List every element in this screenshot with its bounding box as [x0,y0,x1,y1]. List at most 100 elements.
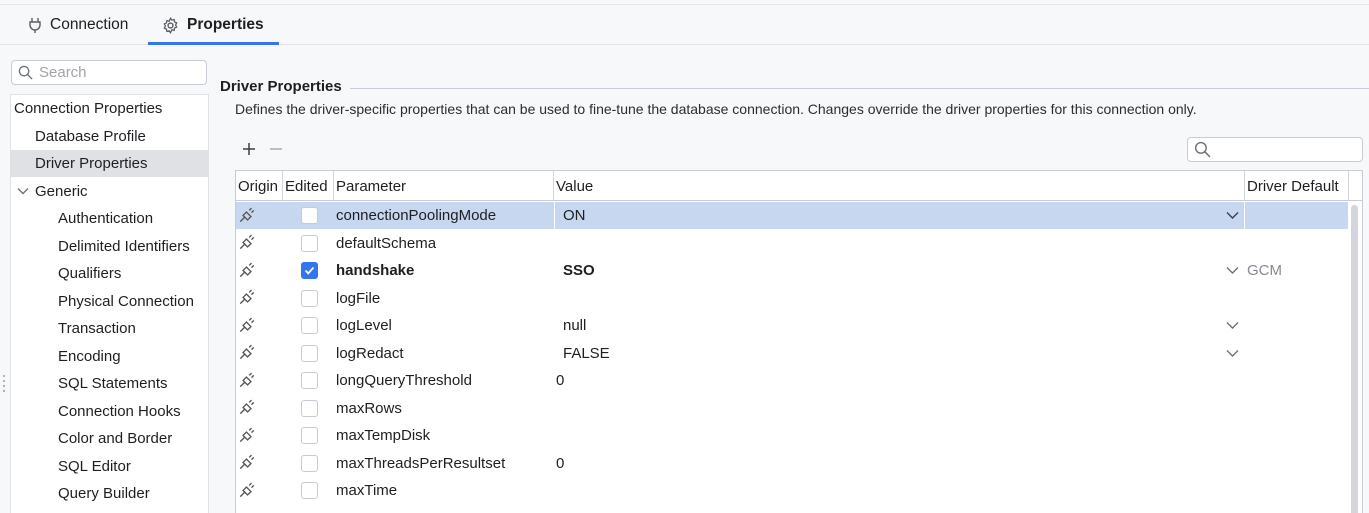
column-driver-default[interactable]: Driver Default [1245,171,1349,201]
value-cell[interactable]: 0 [556,367,564,394]
table-filter[interactable] [1187,137,1363,162]
chevron-down-icon[interactable] [1226,266,1239,275]
tree-item[interactable]: Authentication [11,205,208,232]
edited-checkbox[interactable] [301,289,318,307]
column-parameter[interactable]: Parameter [334,171,554,201]
remove-property-button[interactable] [266,139,286,159]
chevron-down-icon[interactable] [17,187,29,195]
parameter-cell: logLevel [336,317,392,334]
origin-cell [238,395,256,422]
column-origin[interactable]: Origin [236,171,283,201]
edited-checkbox[interactable] [301,427,318,444]
edited-checkbox[interactable] [301,262,318,279]
plug-origin-icon [239,234,255,250]
active-tab-indicator [148,42,279,45]
plug-origin-icon [239,262,255,277]
origin-cell [238,450,256,477]
tree-item-label: Color and Border [58,430,173,447]
origin-cell [238,422,256,449]
table-row[interactable]: maxTempDisk [236,422,1348,449]
chevron-down-icon[interactable] [1226,321,1239,330]
tree-item[interactable]: Driver Properties [11,150,208,177]
tree-item-label: SQL Statements [58,375,168,392]
column-value[interactable]: Value [554,171,1245,201]
tree-item[interactable]: Color and Border [11,425,208,452]
splitter-grip[interactable] [3,375,6,395]
column-edited[interactable]: Edited [283,171,334,201]
tree-item[interactable]: Transaction [11,315,208,342]
search-icon [1194,141,1211,158]
parameter-cell: defaultSchema [336,234,437,252]
table-row[interactable]: maxTime [236,477,1348,504]
table-row[interactable]: connectionPoolingMode ON [236,202,1348,229]
value-cell[interactable]: SSO [563,257,595,284]
tree-item[interactable]: SQL Statements [11,370,208,397]
chevron-down-icon[interactable] [1226,349,1239,358]
plug-origin-icon [239,289,255,305]
section-title: Driver Properties [220,78,342,95]
table-row[interactable]: logFile [236,285,1348,312]
tree-item[interactable]: SQL Editor [11,453,208,480]
edited-checkbox[interactable] [301,317,318,334]
table-row[interactable]: longQueryThreshold 0 [236,367,1348,394]
edited-checkbox[interactable] [301,482,318,499]
gear-icon [163,16,178,34]
tab-properties[interactable]: Properties [162,5,264,45]
search-input[interactable] [39,64,199,81]
tree-item-label: Encoding [58,347,121,365]
table-row[interactable]: logRedact FALSE [236,340,1348,367]
value-cell[interactable]: FALSE [563,340,610,367]
tree-item[interactable]: Delimited Identifiers [11,233,208,260]
tree-item-label: Transaction [58,320,136,337]
tree-item[interactable]: Database Profile [11,123,208,150]
add-property-button[interactable] [239,139,259,159]
value-divider [554,202,555,229]
chevron-down-icon[interactable] [1226,211,1239,220]
tab-connection-label: Connection [50,16,129,33]
tab-connection[interactable]: Connection [28,5,128,45]
tree-item-label: Generic [35,182,88,200]
plug-icon [29,18,41,33]
value-cell[interactable]: null [563,312,586,339]
tree-item-label: Driver Properties [35,155,148,172]
table-row[interactable]: maxThreadsPerResultset 0 [236,450,1348,477]
edited-checkbox[interactable] [301,234,318,252]
table-row[interactable]: defaultSchema [236,230,1348,257]
origin-cell [238,285,256,312]
tree-item[interactable]: Qualifiers [11,260,208,287]
tree-item-label: Delimited Identifiers [58,237,190,255]
origin-cell [238,230,256,257]
plug-origin-icon [239,482,255,497]
origin-cell [238,340,256,367]
parameter-cell: maxThreadsPerResultset [336,454,506,472]
edited-checkbox[interactable] [301,207,318,224]
tree-item-label: Database Profile [35,127,146,145]
table-row[interactable]: maxRows [236,395,1348,422]
properties-table: Origin Edited Parameter Value Driver Def… [235,170,1363,513]
settings-search[interactable] [11,60,207,85]
value-cell[interactable]: 0 [556,450,564,477]
table-scrollbar[interactable] [1351,205,1358,513]
edited-checkbox[interactable] [301,399,318,417]
tree-item[interactable]: Connection Properties [11,95,208,122]
table-row[interactable]: logLevel null [236,312,1348,339]
parameter-cell: connectionPoolingMode [336,207,497,224]
edited-checkbox[interactable] [301,454,318,472]
plug-origin-icon [239,372,255,387]
tree-item[interactable]: Generic [11,178,208,205]
tree-item[interactable]: Encoding [11,343,208,370]
tree-item[interactable]: Query Builder [11,480,208,507]
table-row[interactable]: handshake SSO GCM [236,257,1348,284]
filter-input[interactable] [1215,141,1355,158]
tree-item-label: Query Builder [58,485,150,502]
value-cell[interactable]: ON [563,202,586,229]
tree-item-label: Connection Properties [14,100,163,117]
edited-checkbox[interactable] [301,344,318,362]
plug-origin-icon [239,207,255,222]
tree-item[interactable]: Physical Connection [11,288,208,315]
origin-cell [238,202,256,229]
tree-item[interactable]: Connection Hooks [11,398,208,425]
parameter-cell: logRedact [336,344,404,362]
edited-checkbox[interactable] [301,372,318,389]
minus-icon [270,148,282,150]
